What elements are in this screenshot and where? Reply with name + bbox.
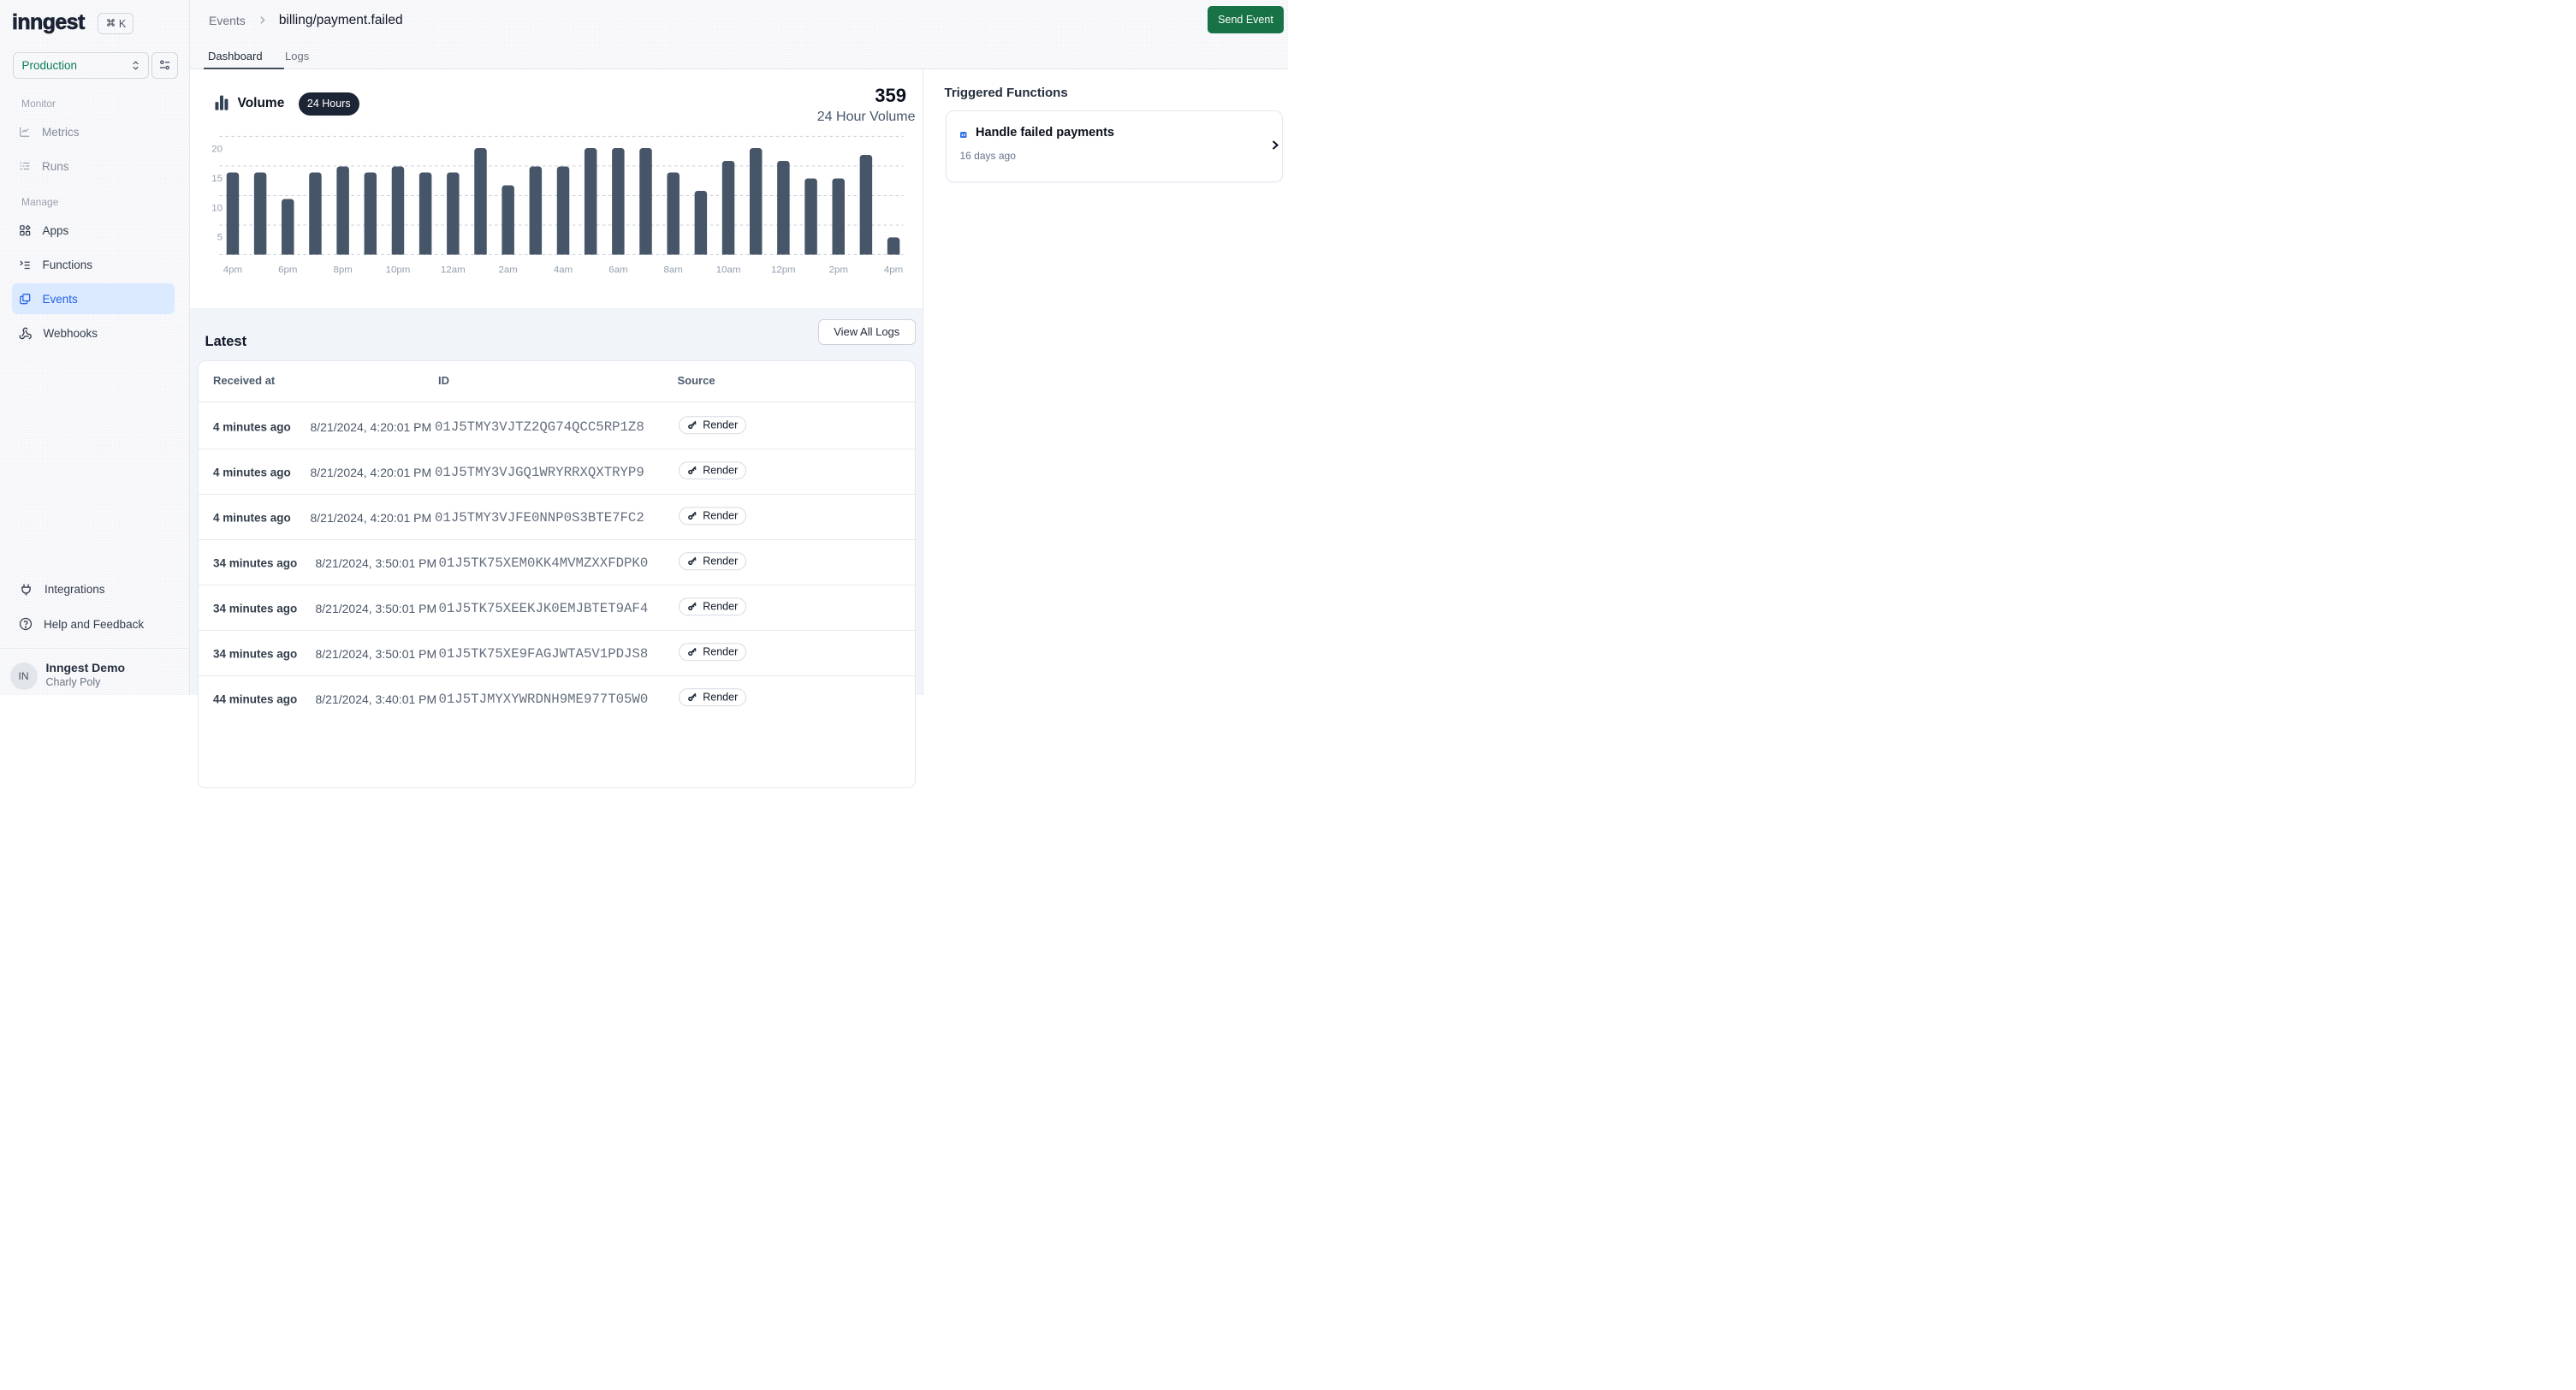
svg-text:10am: 10am (715, 264, 740, 275)
svg-text:2am: 2am (498, 264, 517, 275)
svg-text:4pm: 4pm (223, 264, 241, 275)
svg-text:20: 20 (211, 145, 223, 155)
svg-text:5: 5 (217, 233, 222, 243)
svg-text:4pm: 4pm (883, 264, 902, 275)
svg-text:12pm: 12pm (771, 264, 796, 275)
svg-text:10: 10 (211, 203, 223, 213)
svg-text:8am: 8am (663, 264, 682, 275)
svg-text:8pm: 8pm (333, 264, 352, 275)
svg-text:2pm: 2pm (828, 264, 847, 275)
svg-text:10pm: 10pm (385, 264, 410, 275)
svg-text:6am: 6am (608, 264, 627, 275)
svg-text:12am: 12am (440, 264, 465, 275)
svg-text:6pm: 6pm (278, 264, 297, 275)
svg-text:4am: 4am (553, 264, 572, 275)
svg-text:15: 15 (211, 174, 223, 184)
